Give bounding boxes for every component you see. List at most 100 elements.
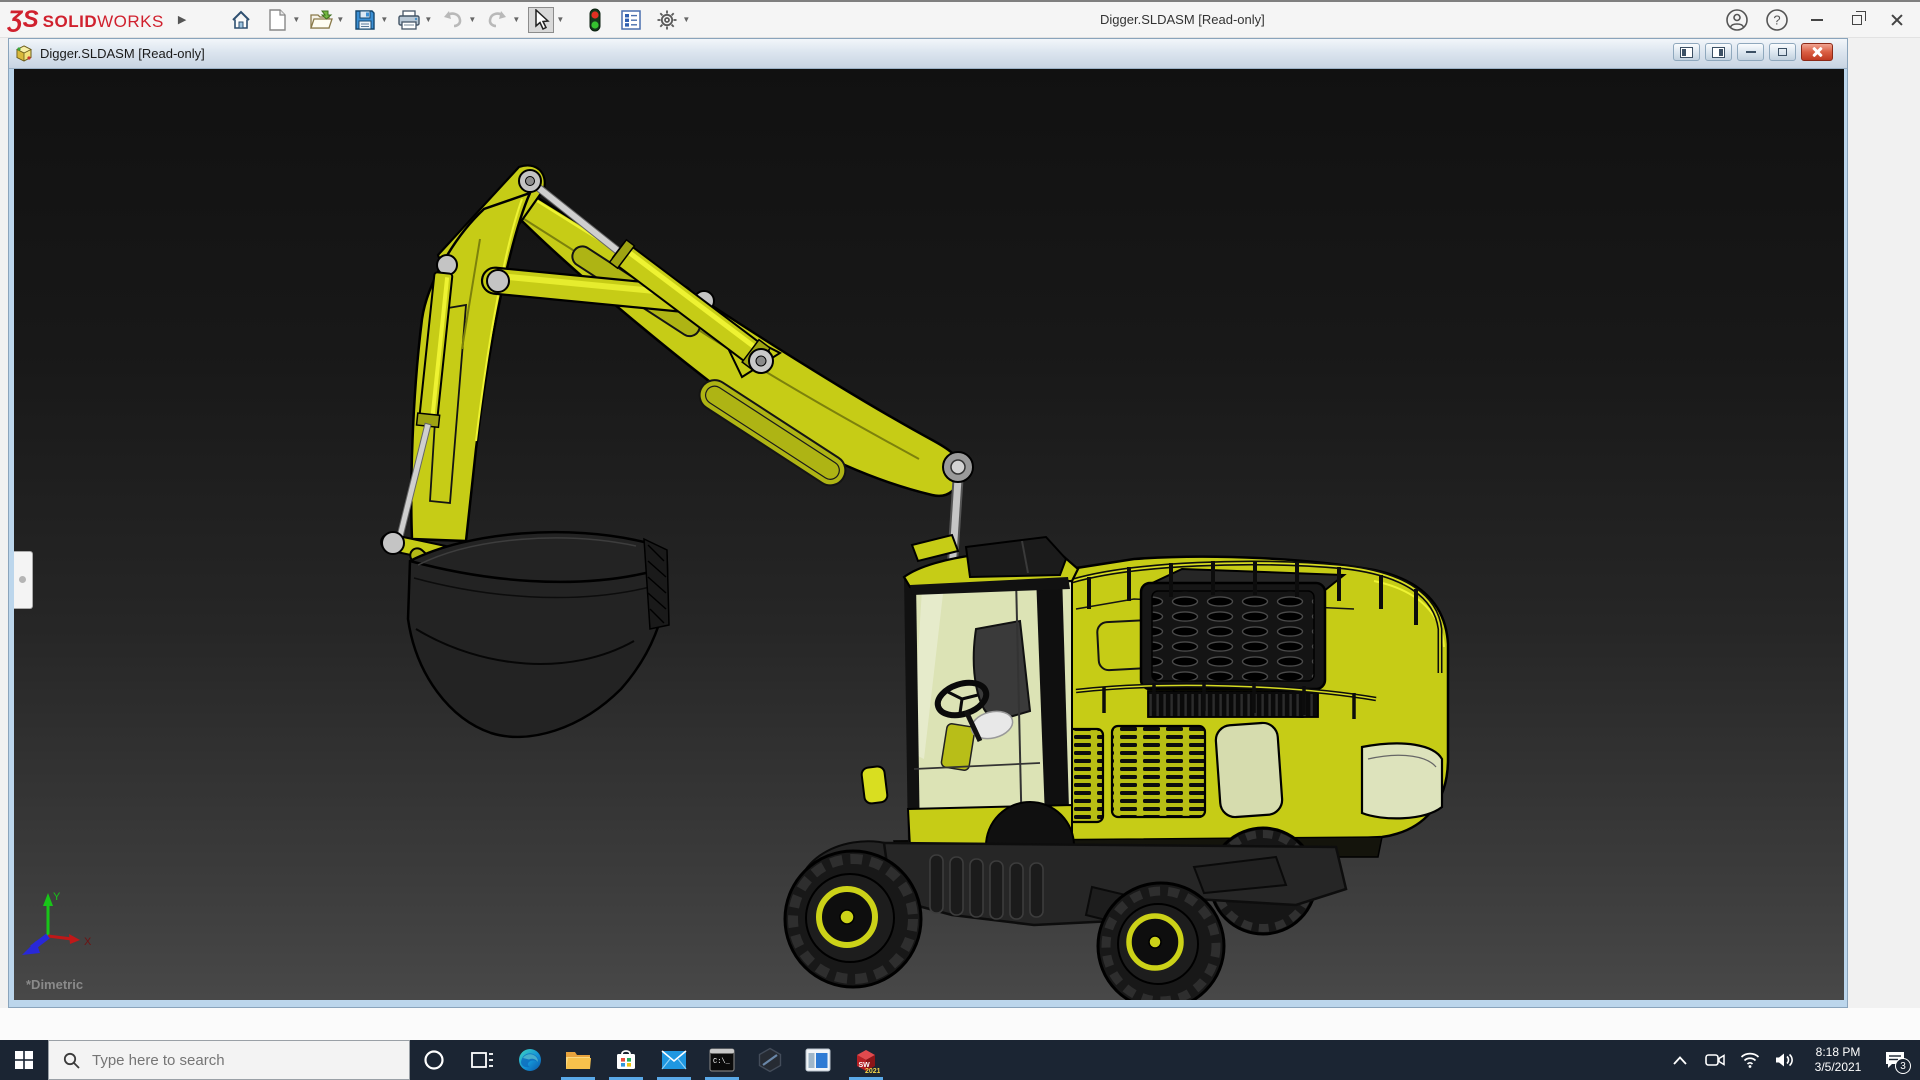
help-icon: ? (1766, 9, 1788, 31)
minimize-icon (1811, 19, 1823, 21)
excavator-model[interactable]: Y X (14, 69, 1844, 1000)
print-button[interactable] (396, 7, 422, 33)
document-minimize-button[interactable] (1737, 43, 1764, 61)
menu-expand-arrow[interactable]: ▶ (178, 13, 186, 26)
taskbar-item-app-window[interactable] (794, 1040, 842, 1080)
taskbar-search[interactable] (48, 1040, 410, 1080)
mail-icon (661, 1050, 687, 1070)
new-document-icon (269, 8, 287, 31)
select-dropdown[interactable]: ▼ (554, 15, 566, 24)
undo-dropdown[interactable]: ▼ (466, 15, 478, 24)
select-button[interactable] (528, 6, 555, 33)
save-dropdown[interactable]: ▼ (378, 15, 390, 24)
triad-x-label: X (84, 936, 92, 948)
account-button[interactable] (1722, 6, 1752, 34)
document-close-button[interactable] (1801, 43, 1833, 61)
edge-icon (519, 1049, 541, 1071)
quick-access-toolbar: ▼ ▼ ▼ ▼ ▼ ▼ ▼ ▼ (218, 6, 698, 33)
solidworks-logo-glyph: ƷS (8, 5, 39, 33)
app-window-icon (805, 1048, 831, 1072)
orientation-triad[interactable]: Y X (22, 891, 92, 955)
taskbar-item-store[interactable] (602, 1040, 650, 1080)
open-button[interactable] (308, 7, 334, 33)
graphics-viewport[interactable]: Y X *Dimetric (14, 69, 1844, 1000)
split-pane-left-button[interactable] (1673, 43, 1700, 61)
meet-now-icon (1705, 1054, 1725, 1066)
tray-time: 8:18 PM (1815, 1045, 1861, 1059)
tray-clock[interactable]: 8:18 PM 3/5/2021 (1807, 1045, 1869, 1075)
statusbar-area (0, 1008, 1920, 1040)
split-pane-right-button[interactable] (1705, 43, 1732, 61)
edrawings-hexagon-icon (758, 1047, 782, 1073)
home-button[interactable] (228, 7, 254, 33)
featuremanager-collapsed-tab[interactable] (14, 551, 33, 609)
restore-icon (1778, 48, 1787, 56)
open-icon (310, 10, 334, 29)
taskbar-item-edrawings[interactable] (746, 1040, 794, 1080)
wifi-icon (1740, 1052, 1760, 1068)
split-pane-right-icon (1712, 46, 1725, 58)
options-button[interactable] (654, 7, 680, 33)
tray-chevron-button[interactable] (1667, 1040, 1693, 1080)
main-titlebar: ƷS SOLID WORKS ▶ ▼ ▼ ▼ ▼ ▼ ▼ ▼ ▼ Digger.… (0, 0, 1920, 38)
svg-text:?: ? (1773, 13, 1780, 28)
new-document-dropdown[interactable]: ▼ (290, 15, 302, 24)
meet-now-button[interactable] (1702, 1040, 1728, 1080)
rebuild-button[interactable] (582, 7, 608, 33)
taskbar: C:\_ SW 2021 (0, 1040, 1920, 1080)
undo-icon (444, 10, 462, 27)
minimize-icon (1745, 51, 1756, 53)
help-button[interactable]: ? (1762, 6, 1792, 34)
close-icon (1890, 13, 1904, 27)
save-icon (355, 9, 376, 30)
taskbar-item-file-explorer[interactable] (554, 1040, 602, 1080)
start-button[interactable] (0, 1040, 48, 1080)
document-window: Digger.SLDASM [Read-only] Y X *Dimetric (8, 38, 1848, 1008)
side-access-opening[interactable] (1214, 721, 1284, 819)
open-dropdown[interactable]: ▼ (334, 15, 346, 24)
front-marker-light[interactable] (860, 765, 889, 805)
undo-button[interactable] (440, 7, 466, 33)
print-dropdown[interactable]: ▼ (422, 15, 434, 24)
window-title: Digger.SLDASM [Read-only] (1100, 12, 1265, 27)
rebuild-traffic-light-icon (589, 8, 601, 31)
account-icon (1726, 9, 1748, 31)
redo-icon (489, 10, 507, 27)
close-button[interactable] (1882, 6, 1912, 34)
volume-button[interactable] (1772, 1040, 1798, 1080)
taskbar-item-mail[interactable] (650, 1040, 698, 1080)
sw-year-label: 2021 (865, 1068, 880, 1074)
file-properties-button[interactable] (618, 7, 644, 33)
solidworks-2021-icon: SW 2021 (857, 1050, 880, 1074)
save-button[interactable] (352, 7, 378, 33)
triad-y-label: Y (53, 891, 61, 903)
restore-button[interactable] (1842, 6, 1872, 34)
new-document-button[interactable] (264, 7, 290, 33)
search-input[interactable] (92, 1051, 372, 1069)
restore-icon (1852, 11, 1866, 25)
wheel-front-left[interactable] (783, 849, 923, 989)
cab[interactable] (902, 535, 1080, 848)
bucket[interactable] (406, 530, 670, 739)
taskbar-item-cortana[interactable] (410, 1040, 458, 1080)
wheel-front-right[interactable] (1096, 881, 1226, 1000)
document-titlebar[interactable]: Digger.SLDASM [Read-only] (9, 39, 1847, 69)
action-center-button[interactable]: 3 (1878, 1040, 1912, 1080)
redo-dropdown[interactable]: ▼ (510, 15, 522, 24)
taskbar-item-command-prompt[interactable]: C:\_ (698, 1040, 746, 1080)
gear-icon (657, 10, 677, 29)
taskbar-item-task-view[interactable] (458, 1040, 506, 1080)
cortana-icon (424, 1050, 444, 1070)
taskbar-item-solidworks-2021[interactable]: SW 2021 (842, 1040, 890, 1080)
tab-grip-dot (19, 576, 26, 583)
network-button[interactable] (1737, 1040, 1763, 1080)
redo-button[interactable] (484, 7, 510, 33)
split-pane-left-icon (1680, 46, 1693, 58)
windows-logo-icon (15, 1051, 33, 1069)
options-dropdown[interactable]: ▼ (680, 15, 692, 24)
document-restore-button[interactable] (1769, 43, 1796, 61)
volume-icon (1776, 1053, 1793, 1067)
taskbar-item-edge[interactable] (506, 1040, 554, 1080)
minimize-button[interactable] (1802, 6, 1832, 34)
undercarriage[interactable] (783, 801, 1348, 1000)
